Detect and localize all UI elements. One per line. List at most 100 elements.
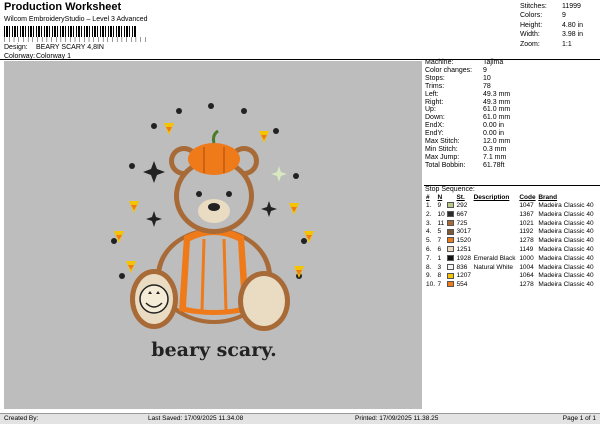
table-row: 4. 5 3017 1192 Madeira Classic 40 <box>425 228 597 237</box>
info-value: 78 <box>483 82 491 90</box>
stat-value: 11999 <box>562 3 581 10</box>
swatch-icon <box>447 237 455 244</box>
thread-description <box>473 246 519 255</box>
stop-number: 5. <box>426 237 432 245</box>
stitch-code: 836 <box>456 263 468 271</box>
thread-description <box>473 281 519 290</box>
info-label: Right: <box>425 98 444 106</box>
stat-value: 9 <box>562 12 566 20</box>
design-stats: Stitches: 11999 Colors: 9 Height: 4.80 in W… <box>520 2 596 49</box>
color-swatch <box>446 219 455 229</box>
thread-brand: Madeira Classic 40 <box>538 254 594 262</box>
stat-label: Zoom: <box>520 40 540 48</box>
info-label: EndY: <box>425 130 444 138</box>
swatch-icon <box>447 219 455 226</box>
color-swatch <box>446 237 455 246</box>
thread-code: 1367 <box>519 210 534 218</box>
swatch-icon <box>447 246 455 253</box>
info-label: Min Stitch: <box>425 145 458 153</box>
table-row: 5. 7 1520 1278 Madeira Classic 40 <box>425 237 597 246</box>
thread-description <box>473 211 519 220</box>
thread-code: 1021 <box>519 219 534 227</box>
info-label: Max Stitch: <box>425 138 460 146</box>
stat-value: 4.80 in <box>562 21 584 29</box>
bear-embroidery-illustration: beary scary. <box>111 103 314 361</box>
swatch-icon <box>447 263 455 270</box>
info-value: 49.3 mm <box>483 98 511 106</box>
column-header: Brand <box>538 194 558 201</box>
table-row: 2. 10 667 1367 Madeira Classic 40 <box>425 211 597 220</box>
design-caption: beary scary. <box>151 339 276 361</box>
thread-brand: Madeira Classic 40 <box>538 272 594 280</box>
column-header: N <box>437 194 443 201</box>
table-row: 1. 9 292 1047 Madeira Classic 40 <box>425 202 597 211</box>
info-value: 0.00 in <box>483 122 505 130</box>
swatch-icon <box>447 211 455 218</box>
stat-label: Stitches: <box>520 3 547 10</box>
color-swatch <box>446 211 455 220</box>
thread-description: Natural White <box>473 263 513 271</box>
thread-code: 1064 <box>519 272 534 280</box>
needle-number: 3 <box>437 263 442 271</box>
column-header: Description <box>473 194 510 201</box>
needle-number: 5 <box>437 228 442 236</box>
page-number: Page 1 of 1 <box>562 415 596 422</box>
stitch-code: 1520 <box>456 237 471 245</box>
color-swatch <box>446 281 455 290</box>
thread-brand: Madeira Classic 40 <box>538 281 594 289</box>
last-saved: Last Saved: 17/09/2025 11.34.08 <box>148 415 244 422</box>
thread-description <box>473 237 519 246</box>
info-label: Trims: <box>425 82 445 90</box>
info-label: Max Jump: <box>425 153 460 161</box>
stop-sequence-title: Stop Sequence: <box>425 186 475 193</box>
needle-number: 9 <box>437 202 442 209</box>
created-by: Created By: <box>4 415 39 422</box>
column-header: # <box>426 194 430 201</box>
stitch-code: 1928 <box>456 254 471 262</box>
needle-number: 7 <box>437 237 442 245</box>
printed-date: Printed: 17/09/2025 11.38.25 <box>355 415 439 422</box>
info-label: Machine: <box>425 59 454 66</box>
column-header <box>446 194 455 202</box>
stat-label: Colors: <box>520 12 543 20</box>
info-label: EndX: <box>425 122 445 130</box>
thread-code: 1000 <box>519 254 534 262</box>
swatch-icon <box>447 255 455 262</box>
table-row: 9. 8 1207 1064 Madeira Classic 40 <box>425 272 597 281</box>
stop-number: 8. <box>426 263 432 271</box>
thread-description <box>473 220 519 229</box>
stop-number: 7. <box>426 254 432 262</box>
needle-number: 10 <box>437 210 445 218</box>
column-header: St. <box>456 194 465 201</box>
stop-number: 9. <box>426 272 432 280</box>
color-swatch <box>446 246 455 255</box>
thread-code: 1278 <box>519 237 534 245</box>
stop-number: 1. <box>426 202 432 209</box>
info-value: 10 <box>483 74 491 82</box>
stat-label: Height: <box>520 21 543 29</box>
thread-brand: Madeira Classic 40 <box>538 210 594 218</box>
swatch-icon <box>447 228 455 235</box>
thread-code: 1047 <box>519 202 534 209</box>
table-row: 6. 6 1251 1149 Madeira Classic 40 <box>425 246 597 255</box>
stat-value: 1:1 <box>562 40 572 48</box>
thread-brand: Madeira Classic 40 <box>538 237 594 245</box>
table-row: 7. 1 1928 Emerald Black 1000 Madeira Classic … <box>425 255 597 264</box>
stop-number: 4. <box>426 228 432 236</box>
needle-number: 6 <box>437 245 442 253</box>
footer: Created By: Last Saved: 17/09/2025 11.34… <box>0 413 600 424</box>
stitch-code: 667 <box>456 210 468 218</box>
thread-description <box>473 202 519 211</box>
stitch-code: 1207 <box>456 272 471 280</box>
info-value: 7.1 mm <box>483 153 507 161</box>
needle-number: 11 <box>437 219 445 227</box>
info-value: 61.0 mm <box>483 114 511 122</box>
swatch-icon <box>447 272 455 279</box>
info-label: Stops: <box>425 74 445 82</box>
stitch-code: 554 <box>456 281 468 289</box>
machine-info: Machine: Tajima Color changes: 9 Stops: 10 … <box>425 59 597 170</box>
stitch-code: 725 <box>456 219 468 227</box>
thread-brand: Madeira Classic 40 <box>538 228 594 236</box>
thread-code: 1149 <box>519 245 534 253</box>
needle-number: 8 <box>437 272 442 280</box>
